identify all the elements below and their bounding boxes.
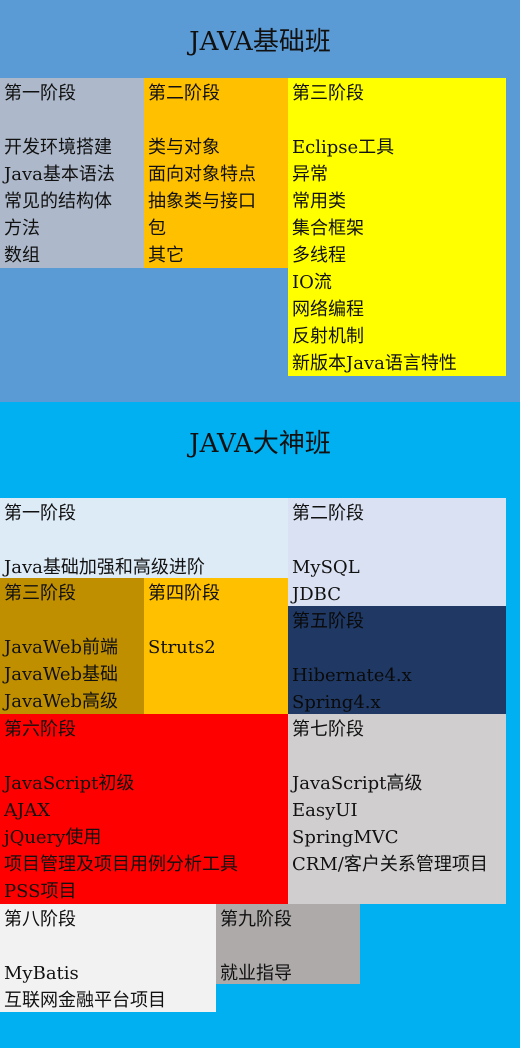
list-item: EasyUI [292,800,358,821]
list-item: 反射机制 [292,326,364,347]
list-item: JavaWeb前端 [4,637,119,658]
stage-header: 第三阶段 [292,83,364,104]
list-item: 方法 [4,218,40,239]
list-item: 类与对象 [148,137,220,158]
list-item: 互联网金融平台项目 [4,990,166,1011]
list-item: IO流 [292,272,332,293]
master-stage-5: 第五阶段 Hibernate4.x Spring4.x [288,606,506,714]
master-stage-3: 第三阶段 JavaWeb前端 JavaWeb基础 JavaWeb高级 [0,578,144,714]
list-item: MyBatis [4,963,79,984]
list-item: Hibernate4.x [292,665,412,686]
list-item: JavaWeb高级 [4,691,119,712]
list-item: 数组 [4,245,40,266]
master-stage-8: 第八阶段 MyBatis 互联网金融平台项目 [0,904,216,1012]
master-stage-4: 第四阶段 Struts2 [144,578,288,714]
list-item: Struts2 [148,637,216,658]
master-stage-7: 第七阶段 JavaScript高级 EasyUI SpringMVC CRM/客… [288,714,506,904]
list-item: 异常 [292,164,328,185]
list-item: SpringMVC [292,827,399,848]
master-stage-2: 第二阶段 MySQL JDBC [288,498,506,606]
list-item: 常见的结构体 [4,191,112,212]
list-item: Spring4.x [292,692,381,713]
list-item: JavaScript高级 [292,773,423,794]
stage-header: 第二阶段 [292,503,364,524]
list-item: MySQL [292,557,360,578]
basic-stage-2: 第二阶段 类与对象 面向对象特点 抽象类与接口 包 其它 [144,78,288,268]
list-item: 多线程 [292,245,346,266]
list-item: 其它 [148,245,184,266]
list-item: 项目管理及项目用例分析工具 [4,854,238,875]
stage-header: 第四阶段 [148,583,220,604]
list-item: 网络编程 [292,299,364,320]
list-item: Eclipse工具 [292,137,395,158]
stage-header: 第七阶段 [292,719,364,740]
stage-header: 第六阶段 [4,719,76,740]
master-title: JAVA大神班 [189,429,331,459]
list-item: 常用类 [292,191,346,212]
list-item: CRM/客户关系管理项目 [292,854,488,875]
list-item: 包 [148,218,166,239]
list-item: 开发环境搭建 [4,137,112,158]
list-item: AJAX [4,800,51,821]
list-item: JavaScript初级 [4,773,135,794]
stage-header: 第五阶段 [292,611,364,632]
list-item: JDBC [292,584,341,605]
list-item: JavaWeb基础 [4,664,119,685]
list-item: Java基础加强和高级进阶 [4,557,205,578]
master-stage-6: 第六阶段 JavaScript初级 AJAX jQuery使用 项目管理及项目用… [0,714,288,904]
list-item: jQuery使用 [4,827,102,848]
list-item: 抽象类与接口 [148,191,256,212]
stage-header: 第三阶段 [4,583,76,604]
basic-title: JAVA基础班 [189,27,331,57]
list-item: PSS项目 [4,881,77,902]
list-item: 就业指导 [220,963,292,984]
basic-stage-3: 第三阶段 Eclipse工具 异常 常用类 集合框架 多线程 IO流 网络编程 … [288,78,506,376]
stage-header: 第一阶段 [4,503,76,524]
list-item: 面向对象特点 [148,164,256,185]
stage-header: 第一阶段 [4,83,76,104]
basic-stage-1: 第一阶段 开发环境搭建 Java基本语法 常见的结构体 方法 数组 [0,78,144,268]
list-item: Java基本语法 [4,164,115,185]
master-stage-1: 第一阶段 Java基础加强和高级进阶 [0,498,288,578]
list-item: 新版本Java语言特性 [292,353,457,374]
list-item: 集合框架 [292,218,364,239]
stage-header: 第八阶段 [4,909,76,930]
master-stage-9: 第九阶段 就业指导 [216,904,360,984]
stage-header: 第二阶段 [148,83,220,104]
stage-header: 第九阶段 [220,909,292,930]
